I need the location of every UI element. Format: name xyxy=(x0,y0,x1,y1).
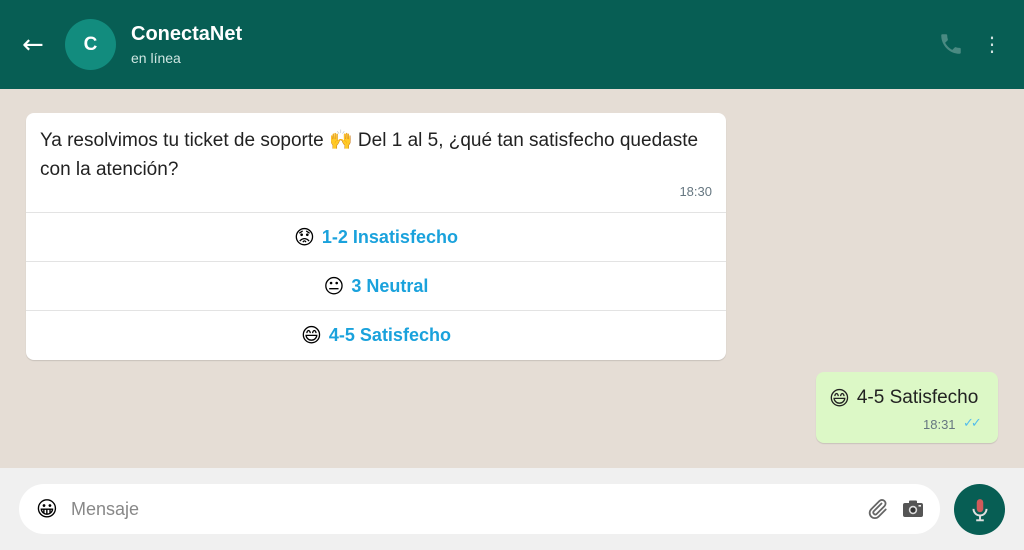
message-input-container: 😀 xyxy=(19,484,940,534)
outgoing-message-time: 18:31 xyxy=(923,417,956,432)
reply-option-label: 3 Neutral xyxy=(351,275,429,296)
neutral-face-icon: 😐 xyxy=(323,274,345,298)
contact-status: en línea xyxy=(131,50,181,66)
back-arrow-icon[interactable]: ← xyxy=(22,30,44,60)
microphone-icon xyxy=(972,498,987,521)
phone-icon[interactable] xyxy=(938,31,964,57)
reply-option-insatisfecho[interactable]: 😟 1-2 Insatisfecho xyxy=(26,212,726,261)
avatar-initial: C xyxy=(83,33,98,55)
reply-option-label: 4-5 Satisfecho xyxy=(328,324,451,345)
grinning-face-icon: 😄 xyxy=(301,323,322,347)
incoming-message-text: Ya resolvimos tu ticket de soporte 🙌 Del… xyxy=(40,130,699,180)
read-ticks-icon: ✓✓ xyxy=(963,416,982,431)
incoming-message-bubble: Ya resolvimos tu ticket de soporte 🙌 Del… xyxy=(26,113,726,360)
reply-option-label: 1-2 Insatisfecho xyxy=(321,226,458,247)
outgoing-message-bubble: 😄 4-5 Satisfecho 18:31 ✓✓ xyxy=(816,372,998,443)
grinning-face-icon: 😄 xyxy=(829,386,850,410)
composer-bar: 😀 xyxy=(0,468,1024,550)
outgoing-message-label: 4-5 Satisfecho xyxy=(856,387,979,408)
paperclip-icon[interactable] xyxy=(865,497,889,521)
message-input[interactable] xyxy=(71,493,851,525)
camera-icon[interactable] xyxy=(901,497,925,521)
incoming-message-time: 18:30 xyxy=(679,184,712,199)
avatar[interactable]: C xyxy=(65,19,116,70)
more-options-icon[interactable]: ⋮ xyxy=(982,32,1002,56)
contact-name[interactable]: ConectaNet xyxy=(131,23,242,46)
reply-option-satisfecho[interactable]: 😄 4-5 Satisfecho xyxy=(26,310,726,359)
emoji-icon[interactable]: 😀 xyxy=(36,496,58,522)
microphone-button[interactable] xyxy=(954,484,1005,535)
reply-option-neutral[interactable]: 😐 3 Neutral xyxy=(26,261,726,310)
worried-face-icon: 😟 xyxy=(294,225,315,249)
chat-header: ← C ConectaNet en línea ⋮ xyxy=(0,0,1024,89)
outgoing-message-text: 😄 4-5 Satisfecho xyxy=(829,386,978,410)
